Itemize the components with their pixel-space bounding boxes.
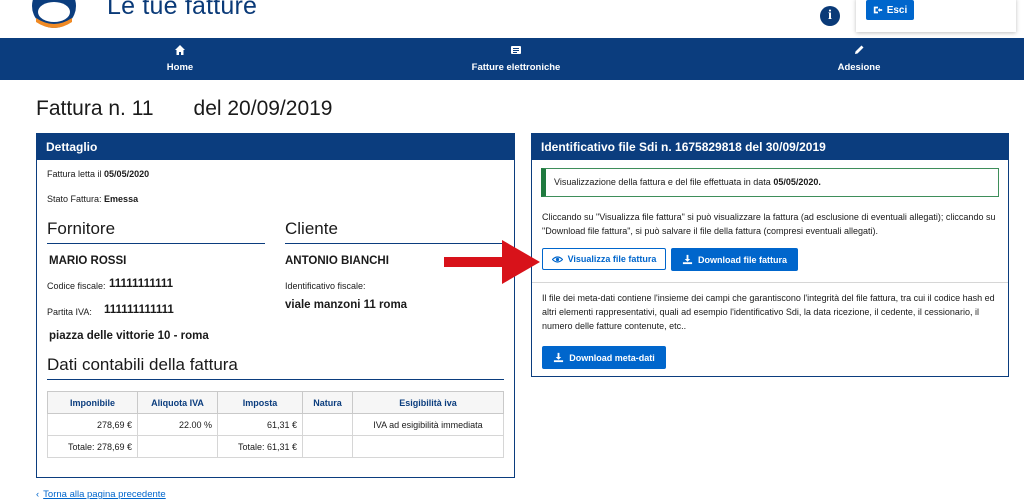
view-notice: Visualizzazione della fattura e del file… (541, 168, 999, 197)
detail-heading: Dettaglio (37, 134, 514, 160)
nav-label-home: Home (166, 62, 194, 73)
divider (532, 282, 1008, 283)
view-instructions: Cliccando su "Visualizza file fattura" s… (542, 212, 996, 236)
vat-table: Imponibile Aliquota IVA Imposta Natura E… (47, 391, 504, 458)
col-tax: Imposta (217, 391, 303, 414)
cell-vat-rate: 22.00 % (137, 413, 218, 436)
nav-item-membership[interactable]: Adesione (789, 38, 929, 80)
home-icon (175, 45, 185, 55)
notice-text: Visualizzazione della fattura e del file… (554, 177, 771, 187)
supplier-heading: Fornitore (47, 219, 265, 244)
total-tax: Totale: 61,31 € (217, 435, 303, 458)
notice-date: 05/05/2020. (773, 177, 821, 187)
logout-button[interactable]: Esci (866, 0, 914, 20)
download-icon (682, 254, 693, 265)
info-icon[interactable]: i (820, 6, 840, 26)
total-taxable: Totale: 278,69 € (47, 435, 138, 458)
sdi-heading: Identificativo file Sdi n. 1675829818 de… (532, 134, 1008, 160)
nav-item-invoices[interactable]: Fatture elettroniche (446, 38, 586, 80)
cell-taxable: 278,69 € (47, 413, 138, 436)
view-invoice-button[interactable]: Visualizza file fattura (542, 248, 666, 270)
invoice-number: Fattura n. 11 (36, 97, 154, 120)
status-label: Stato Fattura: (47, 194, 102, 204)
back-link-label: Torna alla pagina precedente (43, 489, 166, 500)
supplier-vat: 111111111111 (104, 304, 174, 316)
read-date-value: 05/05/2020 (104, 169, 150, 179)
page-title: Fattura n. 11 del 20/09/2019 (36, 97, 332, 121)
download-icon (554, 352, 564, 363)
client-name: ANTONIO BIANCHI (285, 255, 389, 267)
accounting-heading: Dati contabili della fattura (47, 355, 504, 380)
nav-item-home[interactable]: Home (110, 38, 250, 80)
app-title: Le tue fatture (107, 0, 258, 20)
sdi-panel: Identificativo file Sdi n. 1675829818 de… (531, 133, 1009, 377)
red-arrow-icon (444, 240, 540, 284)
invoice-date: del 20/09/2019 (193, 97, 333, 120)
supplier-address: piazza delle vittorie 10 - roma (49, 330, 209, 342)
table-header-row: Imponibile Aliquota IVA Imposta Natura E… (47, 391, 504, 414)
col-vat-rate: Aliquota IVA (137, 391, 218, 414)
detail-panel: Dettaglio Fattura letta il 05/05/2020 St… (36, 133, 515, 478)
total-empty-3 (352, 435, 504, 458)
download-invoice-label: Download file fattura (697, 254, 787, 265)
read-date: Fattura letta il 05/05/2020 (47, 169, 149, 179)
metadata-description: Il file dei meta-dati contiene l'insieme… (542, 293, 995, 331)
supplier-tax-code: 11111111111 (109, 278, 174, 290)
chevron-left-icon: ‹ (36, 489, 40, 500)
cell-tax: 61,31 € (217, 413, 303, 436)
status-value: Emessa (104, 194, 139, 204)
total-empty-2 (302, 435, 353, 458)
view-invoice-label: Visualizza file fattura (567, 254, 657, 264)
read-date-label: Fattura letta il (47, 169, 102, 179)
download-metadata-label: Download meta-dati (569, 352, 655, 363)
eye-icon (551, 255, 563, 263)
download-invoice-button[interactable]: Download file fattura (671, 248, 798, 271)
client-address: viale manzoni 11 roma (285, 299, 408, 311)
table-row: 278,69 € 22.00 % 61,31 € IVA ad esigibil… (47, 413, 504, 436)
supplier-vat-label: Partita IVA: (47, 307, 92, 317)
table-totals-row: Totale: 278,69 € Totale: 61,31 € (47, 435, 504, 458)
supplier-name: MARIO ROSSI (49, 255, 127, 267)
logout-icon (873, 6, 882, 14)
invoice-status: Stato Fattura: Emessa (47, 194, 138, 204)
main-nav: Home Fatture elettroniche Adesione (0, 38, 1024, 80)
cell-nature (302, 413, 353, 436)
top-header: Le tue fatture i Esci (0, 0, 1024, 38)
nav-label-invoices: Fatture elettroniche (471, 62, 561, 73)
nav-label-membership: Adesione (837, 62, 881, 73)
col-nature: Natura (302, 391, 353, 414)
col-vat-chargeability: Esigibilità iva (352, 391, 504, 414)
list-icon (511, 46, 521, 54)
col-taxable: Imponibile (47, 391, 138, 414)
user-card: Esci (856, 0, 1016, 32)
cell-vat-chargeability: IVA ad esigibilità immediata (352, 413, 504, 436)
back-link[interactable]: ‹ Torna alla pagina precedente (36, 489, 166, 500)
download-metadata-button[interactable]: Download meta-dati (542, 346, 666, 369)
client-id-label: Identificativo fiscale: (285, 281, 366, 291)
supplier-tax-code-label: Codice fiscale: (47, 281, 106, 291)
pencil-icon (855, 45, 864, 54)
agency-logo (32, 0, 76, 28)
logout-label: Esci (886, 4, 908, 16)
total-empty-1 (137, 435, 218, 458)
